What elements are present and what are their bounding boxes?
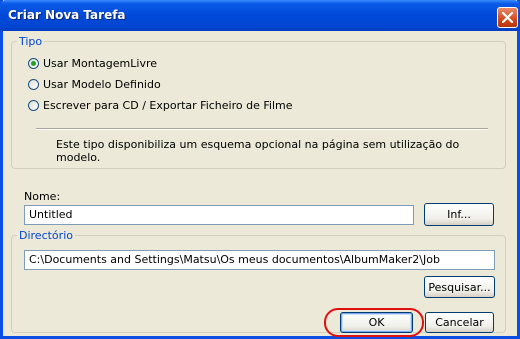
type-description: Este tipo disponibiliza um esquema opcio… xyxy=(56,138,460,164)
separator xyxy=(36,128,488,130)
radio-label: Usar Modelo Definido xyxy=(43,77,161,91)
radio-option-modelo-definido[interactable]: Usar Modelo Definido xyxy=(28,77,161,91)
browse-button[interactable]: Pesquisar... xyxy=(424,276,495,298)
tipo-group: Tipo Usar MontagemLivre Usar Modelo Defi… xyxy=(11,35,506,169)
directorio-legend: Directório xyxy=(17,229,75,242)
tipo-legend: Tipo xyxy=(17,35,45,48)
radio-option-escrever-cd[interactable]: Escrever para CD / Exportar Ficheiro de … xyxy=(28,98,292,112)
close-button[interactable] xyxy=(497,7,518,28)
cancel-button[interactable]: Cancelar xyxy=(425,312,494,333)
name-input[interactable]: Untitled xyxy=(24,205,414,225)
info-button[interactable]: Inf... xyxy=(424,203,494,226)
ok-highlight-ring xyxy=(324,308,424,337)
radio-label: Usar MontagemLivre xyxy=(43,56,157,70)
radio-button-checked[interactable] xyxy=(28,57,39,69)
radio-option-montagem-livre[interactable]: Usar MontagemLivre xyxy=(28,56,157,70)
nome-label: Nome: xyxy=(24,190,61,203)
directory-input[interactable]: C:\Documents and Settings\Matsu\Os meus … xyxy=(24,250,495,270)
radio-button[interactable] xyxy=(28,99,39,111)
radio-label: Escrever para CD / Exportar Ficheiro de … xyxy=(43,98,293,112)
radio-button[interactable] xyxy=(28,78,39,90)
title-bar[interactable]: Criar Nova Tarefa xyxy=(0,0,520,31)
window-title: Criar Nova Tarefa xyxy=(8,8,126,22)
close-icon xyxy=(502,12,513,23)
dialog-window: Criar Nova Tarefa Tipo Usar MontagemLivr… xyxy=(0,0,520,339)
